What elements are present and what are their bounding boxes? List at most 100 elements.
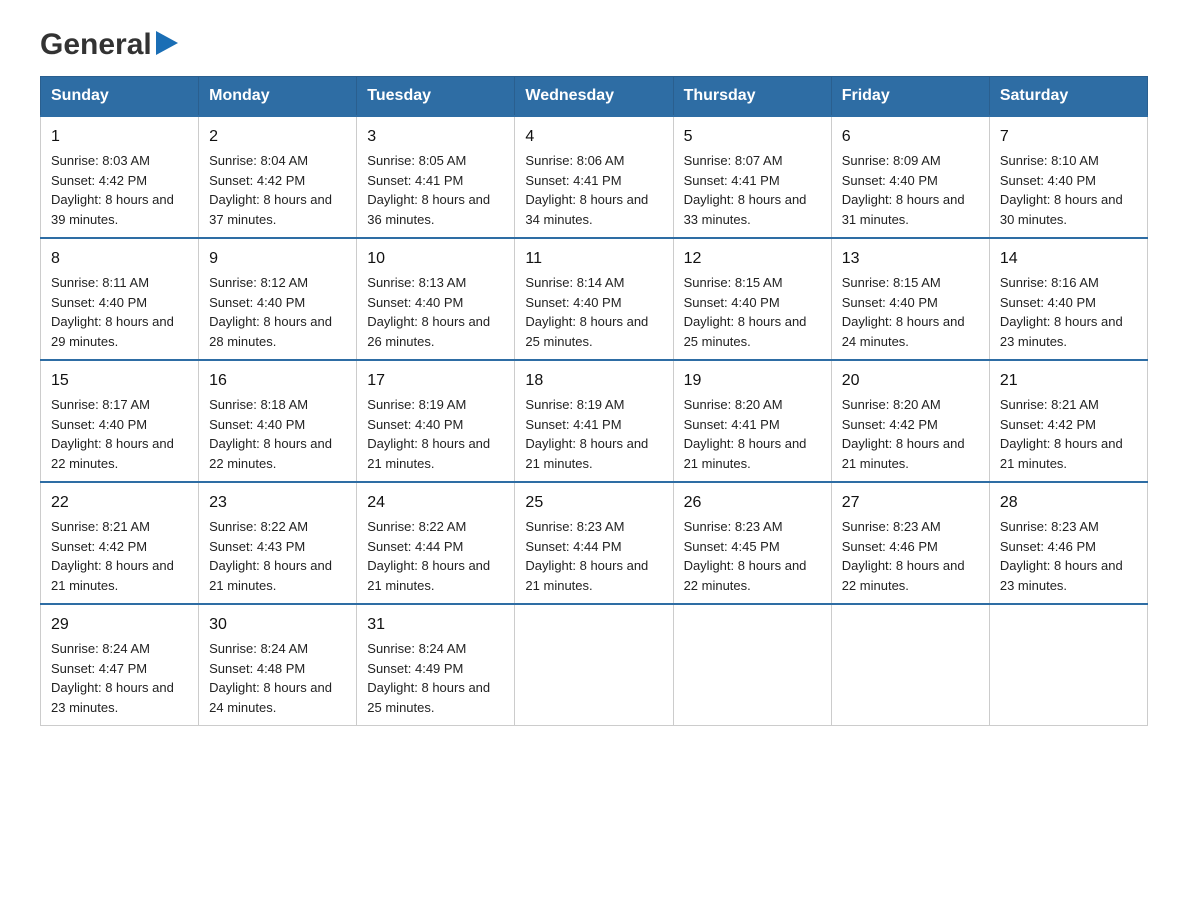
day-sunset: Sunset: 4:40 PM (842, 295, 938, 310)
day-number: 23 (209, 491, 346, 515)
day-number: 1 (51, 125, 188, 149)
calendar-week-row: 1 Sunrise: 8:03 AM Sunset: 4:42 PM Dayli… (41, 116, 1148, 238)
day-sunset: Sunset: 4:41 PM (684, 173, 780, 188)
day-sunrise: Sunrise: 8:23 AM (1000, 519, 1099, 534)
calendar-day-cell: 4 Sunrise: 8:06 AM Sunset: 4:41 PM Dayli… (515, 116, 673, 238)
day-sunset: Sunset: 4:40 PM (367, 295, 463, 310)
day-sunrise: Sunrise: 8:11 AM (51, 275, 149, 290)
day-sunrise: Sunrise: 8:05 AM (367, 153, 466, 168)
day-sunrise: Sunrise: 8:13 AM (367, 275, 466, 290)
day-daylight: Daylight: 8 hours and 21 minutes. (684, 436, 807, 471)
day-sunset: Sunset: 4:46 PM (1000, 539, 1096, 554)
day-number: 20 (842, 369, 979, 393)
logo: General (40, 30, 180, 56)
day-sunset: Sunset: 4:40 PM (684, 295, 780, 310)
day-daylight: Daylight: 8 hours and 23 minutes. (1000, 314, 1123, 349)
day-sunset: Sunset: 4:42 PM (51, 173, 147, 188)
calendar-day-cell: 12 Sunrise: 8:15 AM Sunset: 4:40 PM Dayl… (673, 238, 831, 360)
day-daylight: Daylight: 8 hours and 34 minutes. (525, 192, 648, 227)
calendar-day-cell: 15 Sunrise: 8:17 AM Sunset: 4:40 PM Dayl… (41, 360, 199, 482)
day-sunrise: Sunrise: 8:23 AM (684, 519, 783, 534)
day-daylight: Daylight: 8 hours and 28 minutes. (209, 314, 332, 349)
calendar-day-cell: 18 Sunrise: 8:19 AM Sunset: 4:41 PM Dayl… (515, 360, 673, 482)
day-number: 13 (842, 247, 979, 271)
day-sunset: Sunset: 4:40 PM (1000, 173, 1096, 188)
day-sunset: Sunset: 4:47 PM (51, 661, 147, 676)
day-sunset: Sunset: 4:40 PM (1000, 295, 1096, 310)
calendar-day-cell (515, 604, 673, 726)
day-sunset: Sunset: 4:43 PM (209, 539, 305, 554)
day-of-week-header: Monday (199, 77, 357, 117)
day-daylight: Daylight: 8 hours and 21 minutes. (842, 436, 965, 471)
calendar-week-row: 8 Sunrise: 8:11 AM Sunset: 4:40 PM Dayli… (41, 238, 1148, 360)
day-number: 16 (209, 369, 346, 393)
day-sunset: Sunset: 4:40 PM (842, 173, 938, 188)
day-sunrise: Sunrise: 8:21 AM (51, 519, 150, 534)
day-daylight: Daylight: 8 hours and 21 minutes. (525, 436, 648, 471)
day-sunset: Sunset: 4:41 PM (525, 173, 621, 188)
day-number: 25 (525, 491, 662, 515)
day-sunset: Sunset: 4:49 PM (367, 661, 463, 676)
day-daylight: Daylight: 8 hours and 23 minutes. (1000, 558, 1123, 593)
calendar-day-cell: 16 Sunrise: 8:18 AM Sunset: 4:40 PM Dayl… (199, 360, 357, 482)
day-daylight: Daylight: 8 hours and 25 minutes. (367, 680, 490, 715)
day-of-week-header: Wednesday (515, 77, 673, 117)
day-number: 31 (367, 613, 504, 637)
day-daylight: Daylight: 8 hours and 31 minutes. (842, 192, 965, 227)
day-sunset: Sunset: 4:42 PM (209, 173, 305, 188)
day-sunset: Sunset: 4:42 PM (51, 539, 147, 554)
day-number: 30 (209, 613, 346, 637)
day-sunset: Sunset: 4:41 PM (684, 417, 780, 432)
calendar-day-cell: 3 Sunrise: 8:05 AM Sunset: 4:41 PM Dayli… (357, 116, 515, 238)
calendar-day-cell: 14 Sunrise: 8:16 AM Sunset: 4:40 PM Dayl… (989, 238, 1147, 360)
day-sunset: Sunset: 4:46 PM (842, 539, 938, 554)
day-sunset: Sunset: 4:42 PM (1000, 417, 1096, 432)
day-sunrise: Sunrise: 8:15 AM (842, 275, 941, 290)
day-sunset: Sunset: 4:40 PM (209, 295, 305, 310)
calendar-day-cell: 25 Sunrise: 8:23 AM Sunset: 4:44 PM Dayl… (515, 482, 673, 604)
calendar-day-cell: 22 Sunrise: 8:21 AM Sunset: 4:42 PM Dayl… (41, 482, 199, 604)
calendar-week-row: 22 Sunrise: 8:21 AM Sunset: 4:42 PM Dayl… (41, 482, 1148, 604)
calendar-header-row: SundayMondayTuesdayWednesdayThursdayFrid… (41, 77, 1148, 117)
day-daylight: Daylight: 8 hours and 21 minutes. (525, 558, 648, 593)
day-number: 4 (525, 125, 662, 149)
day-number: 28 (1000, 491, 1137, 515)
day-number: 14 (1000, 247, 1137, 271)
day-daylight: Daylight: 8 hours and 24 minutes. (209, 680, 332, 715)
day-number: 18 (525, 369, 662, 393)
day-daylight: Daylight: 8 hours and 21 minutes. (367, 558, 490, 593)
day-of-week-header: Saturday (989, 77, 1147, 117)
day-sunrise: Sunrise: 8:15 AM (684, 275, 783, 290)
calendar-day-cell: 24 Sunrise: 8:22 AM Sunset: 4:44 PM Dayl… (357, 482, 515, 604)
day-sunset: Sunset: 4:40 PM (525, 295, 621, 310)
day-sunrise: Sunrise: 8:04 AM (209, 153, 308, 168)
day-daylight: Daylight: 8 hours and 21 minutes. (1000, 436, 1123, 471)
day-daylight: Daylight: 8 hours and 21 minutes. (51, 558, 174, 593)
calendar-day-cell (673, 604, 831, 726)
day-number: 26 (684, 491, 821, 515)
day-number: 3 (367, 125, 504, 149)
day-of-week-header: Tuesday (357, 77, 515, 117)
calendar-day-cell: 11 Sunrise: 8:14 AM Sunset: 4:40 PM Dayl… (515, 238, 673, 360)
day-sunset: Sunset: 4:48 PM (209, 661, 305, 676)
day-sunrise: Sunrise: 8:24 AM (367, 641, 466, 656)
day-sunset: Sunset: 4:40 PM (209, 417, 305, 432)
day-daylight: Daylight: 8 hours and 23 minutes. (51, 680, 174, 715)
day-sunset: Sunset: 4:40 PM (51, 295, 147, 310)
day-sunrise: Sunrise: 8:10 AM (1000, 153, 1099, 168)
day-number: 6 (842, 125, 979, 149)
day-number: 15 (51, 369, 188, 393)
day-sunset: Sunset: 4:40 PM (367, 417, 463, 432)
day-daylight: Daylight: 8 hours and 33 minutes. (684, 192, 807, 227)
calendar-day-cell: 17 Sunrise: 8:19 AM Sunset: 4:40 PM Dayl… (357, 360, 515, 482)
day-sunset: Sunset: 4:40 PM (51, 417, 147, 432)
day-number: 17 (367, 369, 504, 393)
calendar-day-cell: 7 Sunrise: 8:10 AM Sunset: 4:40 PM Dayli… (989, 116, 1147, 238)
day-daylight: Daylight: 8 hours and 25 minutes. (525, 314, 648, 349)
calendar-day-cell: 31 Sunrise: 8:24 AM Sunset: 4:49 PM Dayl… (357, 604, 515, 726)
day-sunrise: Sunrise: 8:20 AM (684, 397, 783, 412)
calendar-week-row: 15 Sunrise: 8:17 AM Sunset: 4:40 PM Dayl… (41, 360, 1148, 482)
day-sunset: Sunset: 4:42 PM (842, 417, 938, 432)
day-number: 12 (684, 247, 821, 271)
day-sunrise: Sunrise: 8:19 AM (367, 397, 466, 412)
